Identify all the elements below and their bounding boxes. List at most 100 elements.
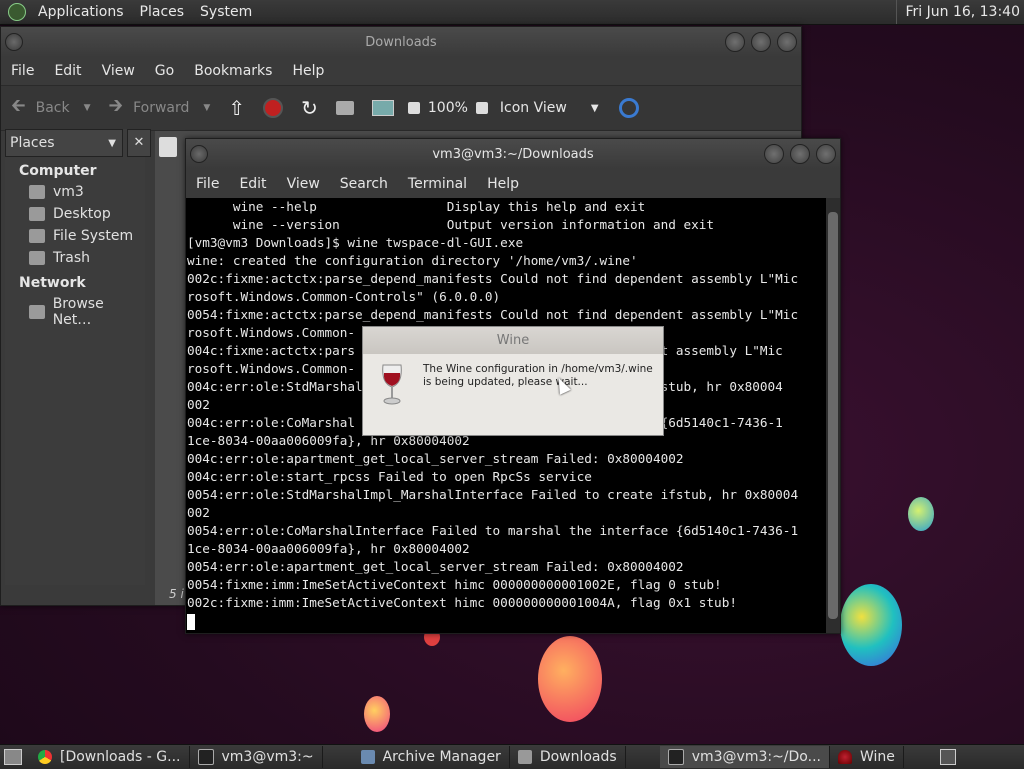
sidebar-item-label: File System — [53, 228, 134, 244]
taskbar-item-label: Downloads — [539, 749, 617, 765]
terminal-line: 002 — [187, 505, 210, 520]
menu-view[interactable]: View — [92, 63, 145, 79]
maximize-button[interactable] — [751, 32, 771, 52]
terminal-line: 004c:err:ole:apartment_get_local_server_… — [187, 451, 684, 466]
menu-go[interactable]: Go — [145, 63, 184, 79]
menu-view[interactable]: View — [277, 176, 330, 192]
system-menu[interactable]: System — [192, 4, 260, 20]
places-menu[interactable]: Places — [132, 4, 193, 20]
sidebar-item-label: Trash — [53, 250, 90, 266]
chrome-icon — [38, 750, 52, 764]
zoom-in-button[interactable] — [475, 102, 488, 114]
forward-button[interactable]: 🡲 Forward ▼ — [109, 93, 211, 123]
minimize-button[interactable] — [725, 32, 745, 52]
zoom-out-button[interactable] — [407, 102, 420, 114]
terminal-line: 0054:err:ole:CoMarshalInterface Failed t… — [187, 523, 799, 538]
terminal-line: 1ce-8034-00aa006009fa}, hr 0x80004002 — [187, 541, 470, 556]
computer-button[interactable] — [371, 100, 394, 116]
search-icon[interactable] — [618, 98, 639, 118]
minimize-button[interactable] — [764, 144, 784, 164]
menu-help[interactable]: Help — [282, 63, 334, 79]
text-cursor — [187, 613, 195, 630]
taskbar-item-label: Archive Manager — [382, 749, 501, 765]
file-manager-menubar: File Edit View Go Bookmarks Help — [1, 57, 801, 85]
home-button[interactable] — [335, 101, 354, 115]
window-menu-button[interactable] — [190, 145, 208, 163]
taskbar-item-archive-manager[interactable]: Archive Manager — [353, 746, 510, 768]
maximize-button[interactable] — [790, 144, 810, 164]
sidebar-item-label: Browse Net… — [52, 296, 104, 328]
sidebar-header[interactable]: Places ▼ — [5, 129, 123, 157]
status-bar: 5 i — [169, 587, 184, 601]
taskbar-item-label: [Downloads - G... — [60, 749, 181, 765]
terminal-line: wine --version Output version informatio… — [187, 217, 715, 232]
terminal-line: 004c:err:ole:start_rpcss Failed to open … — [187, 469, 592, 484]
terminal-line: 0054:err:ole:apartment_get_local_server_… — [187, 559, 684, 574]
terminal-line: 002c:fixme:imm:ImeSetActiveContext himc … — [187, 595, 737, 610]
zoom-in-icon — [475, 102, 488, 114]
show-desktop-button[interactable] — [4, 749, 22, 765]
taskbar-item-wine[interactable]: Wine — [830, 746, 904, 768]
taskbar-item-label: Wine — [859, 749, 895, 765]
desktop-balloon — [908, 497, 934, 531]
sidebar-section-network: Network — [19, 275, 86, 291]
sidebar-header-label: Places — [10, 135, 55, 151]
sidebar-item-file-system[interactable]: File System — [5, 225, 145, 247]
view-mode-select[interactable]: Icon View ▼ — [500, 100, 599, 116]
taskbar-item-label: vm3@vm3:~ — [221, 749, 314, 765]
close-sidebar-button[interactable]: ✕ — [127, 129, 151, 157]
places-sidebar: Places ▼ ✕ Computer vm3 Desktop File Syst… — [5, 129, 151, 585]
menu-edit[interactable]: Edit — [229, 176, 276, 192]
terminal-line: 0054:fixme:actctx:parse_depend_manifests… — [187, 307, 799, 322]
forward-label: Forward — [133, 100, 190, 116]
terminal-scrollbar[interactable] — [826, 198, 840, 633]
terminal-titlebar[interactable]: vm3@vm3:~/Downloads — [186, 139, 840, 169]
file-manager-titlebar[interactable]: Downloads — [1, 27, 801, 57]
clock[interactable]: Fri Jun 16, 13:40 — [896, 0, 1020, 24]
menu-edit[interactable]: Edit — [44, 63, 91, 79]
taskbar-item-browser[interactable]: [Downloads - G... — [30, 746, 190, 768]
sidebar-item-desktop[interactable]: Desktop — [5, 203, 145, 225]
applications-menu[interactable]: Applications — [30, 4, 132, 20]
distro-logo-icon[interactable] — [8, 3, 26, 21]
sidebar-item-label: Desktop — [53, 206, 111, 222]
close-button[interactable] — [777, 32, 797, 52]
sidebar-item-trash[interactable]: Trash — [5, 247, 145, 269]
terminal-line: 0054:err:ole:StdMarshalImpl_MarshalInter… — [187, 487, 799, 502]
up-button[interactable]: ⇧ — [228, 96, 245, 120]
view-mode-label: Icon View — [499, 100, 567, 116]
terminal-line: rosoft.Windows.Common-Controls" (6.0.0.0… — [187, 289, 501, 304]
chevron-down-icon[interactable]: ▼ — [84, 103, 91, 113]
menu-help[interactable]: Help — [477, 176, 529, 192]
menu-bookmarks[interactable]: Bookmarks — [184, 63, 282, 79]
zoom-level: 100% — [427, 100, 468, 116]
stop-icon — [263, 98, 284, 118]
menu-terminal[interactable]: Terminal — [398, 176, 477, 192]
taskbar-item-terminal-2[interactable]: vm3@vm3:~/Do... — [659, 746, 830, 768]
wine-dialog-titlebar[interactable]: Wine — [363, 327, 663, 354]
back-button[interactable]: 🡰 Back ▼ — [11, 93, 91, 123]
taskbar-item-downloads[interactable]: Downloads — [510, 746, 626, 768]
menu-file[interactable]: File — [186, 176, 229, 192]
chevron-down-icon[interactable]: ▼ — [203, 103, 210, 113]
sidebar-item-vm3[interactable]: vm3 — [5, 181, 145, 203]
home-icon — [335, 101, 354, 115]
stop-button[interactable] — [263, 98, 284, 118]
taskbar-item-terminal-1[interactable]: vm3@vm3:~ — [190, 746, 323, 768]
wine-dialog: Wine The Wine configuration in /home/vm3… — [362, 326, 664, 436]
menu-search[interactable]: Search — [330, 176, 398, 192]
scrollbar-thumb[interactable] — [828, 212, 838, 619]
archive-icon — [360, 750, 375, 764]
edit-location-icon[interactable] — [159, 137, 177, 157]
sidebar-section-computer: Computer — [19, 163, 97, 179]
sidebar-item-browse-network[interactable]: Browse Net… — [5, 293, 145, 331]
workspace-switcher[interactable] — [940, 749, 956, 765]
close-button[interactable] — [816, 144, 836, 164]
reload-button[interactable]: ↻ — [301, 96, 318, 120]
window-menu-button[interactable] — [5, 33, 23, 51]
network-icon — [29, 305, 45, 319]
menu-file[interactable]: File — [1, 63, 44, 79]
desktop-icon — [29, 207, 45, 221]
desktop-balloon — [840, 584, 902, 666]
terminal-line: 0054:fixme:imm:ImeSetActiveContext himc … — [187, 577, 722, 592]
